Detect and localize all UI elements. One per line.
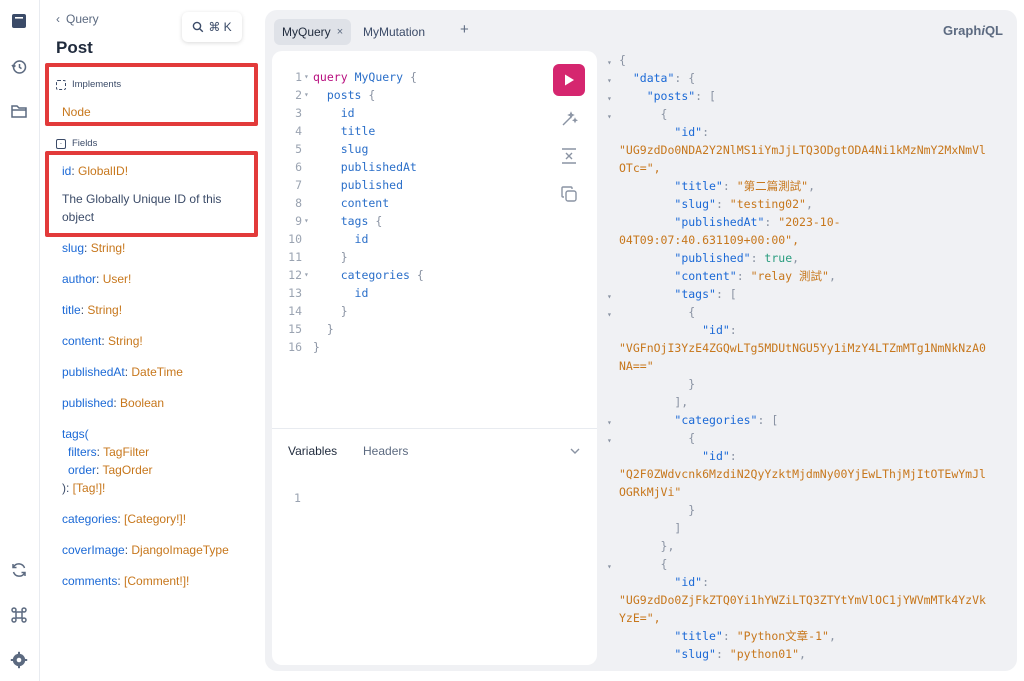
add-tab-button[interactable]: + (460, 21, 469, 38)
field-author[interactable]: author: User! (62, 270, 131, 288)
line-number: 3 (295, 106, 302, 120)
close-tab-icon[interactable]: × (337, 26, 343, 38)
fold-arrow-icon[interactable]: ▾ (304, 212, 309, 230)
back-to-query-link[interactable]: ‹ Query (56, 12, 99, 26)
line-number: 5 (295, 142, 302, 156)
code-text: categories { (313, 268, 424, 282)
search-shortcut-button[interactable]: ⌘ K (182, 12, 242, 42)
fold-arrow-icon[interactable]: ▾ (607, 90, 612, 108)
interface-icon (56, 79, 66, 90)
copy-icon[interactable] (560, 185, 578, 203)
prettify-icon[interactable] (560, 110, 578, 128)
line-number: 11 (288, 250, 302, 264)
line-number: 8 (295, 196, 302, 210)
fold-arrow-icon[interactable]: ▾ (607, 288, 612, 306)
merge-fragments-icon[interactable] (560, 147, 578, 165)
tab-headers[interactable]: Headers (363, 444, 408, 458)
line-number: 2 (295, 88, 302, 102)
code-text: } (313, 340, 320, 354)
code-text: content (313, 196, 390, 210)
line-number: 15 (288, 322, 302, 336)
chevron-down-icon[interactable] (569, 445, 581, 457)
fold-arrow-icon[interactable]: ▾ (607, 306, 612, 324)
result-viewer[interactable]: ▾{ ▾ "data": { ▾ "posts": [ ▾ { "id": "U… (605, 51, 1013, 665)
field-content[interactable]: content: String! (62, 332, 143, 350)
code-text: id (313, 286, 369, 300)
main-area: MyQuery × MyMutation + GraphiQL 1 ▾ query M… (265, 10, 1017, 671)
field-categories[interactable]: categories: [Category!]! (62, 510, 186, 528)
code-text: } (340, 250, 348, 264)
field-comments[interactable]: comments: [Comment!]! (62, 572, 189, 590)
code-text: title (313, 124, 376, 138)
field-published[interactable]: published: Boolean (62, 394, 164, 412)
fold-arrow-icon[interactable]: ▾ (304, 86, 309, 104)
chevron-left-icon: ‹ (56, 12, 60, 26)
variables-editor[interactable]: 1 (294, 491, 301, 505)
field-tags[interactable]: tags( filters: TagFilter order: TagOrder… (62, 425, 153, 497)
fold-arrow-icon[interactable]: ▾ (607, 72, 612, 90)
code-text: published (313, 178, 404, 192)
code-text: slug (313, 142, 369, 156)
field-icon: · (56, 138, 66, 149)
query-editor[interactable]: 1 ▾ query MyQuery {2 ▾ posts {3 id 4 title 5 … (272, 51, 597, 665)
field-title[interactable]: title: String! (62, 301, 122, 319)
tab-mymutation[interactable]: MyMutation (355, 19, 433, 45)
refresh-icon[interactable] (9, 560, 29, 580)
fold-arrow-icon[interactable]: ▾ (607, 432, 612, 450)
code-text: posts { (313, 88, 376, 102)
fold-arrow-icon[interactable]: ▾ (607, 108, 612, 126)
settings-gear-icon[interactable] (9, 650, 29, 670)
line-number: 9 (295, 214, 302, 228)
implements-node-link[interactable]: Node (62, 103, 91, 121)
sidebar-rail (0, 0, 40, 681)
graphiql-logo: GraphiQL (943, 23, 1003, 38)
code-text: id (313, 106, 355, 120)
line-number: 12 (288, 268, 302, 282)
fold-arrow-icon[interactable]: ▾ (607, 414, 612, 432)
implements-header: Implements (56, 79, 121, 90)
code-text: publishedAt (313, 160, 417, 174)
tab-myquery[interactable]: MyQuery × (274, 19, 352, 45)
line-number: 13 (288, 286, 302, 300)
explorer-icon[interactable] (9, 101, 29, 121)
variables-header: Variables Headers (272, 428, 597, 474)
field-publishedAt[interactable]: publishedAt: DateTime (62, 363, 183, 381)
code-text: } (326, 322, 334, 336)
field-id[interactable]: id: GlobalID! (62, 162, 128, 180)
line-number: 7 (295, 178, 302, 192)
code-text: } (340, 304, 348, 318)
shortcuts-icon[interactable] (9, 605, 29, 625)
fold-arrow-icon[interactable]: ▾ (607, 54, 612, 72)
line-number: 4 (295, 124, 302, 138)
line-number: 16 (288, 340, 302, 354)
history-icon[interactable] (9, 57, 29, 77)
tab-variables[interactable]: Variables (288, 444, 337, 458)
fold-arrow-icon[interactable]: ▾ (304, 68, 309, 86)
code-text: tags { (313, 214, 383, 228)
page-title: Post (56, 38, 93, 57)
fold-arrow-icon[interactable]: ▾ (607, 558, 612, 576)
play-icon (565, 74, 574, 86)
line-number: 6 (295, 160, 302, 174)
fields-header: · Fields (56, 138, 97, 149)
line-number: 1 (295, 70, 302, 84)
field-id-description: The Globally Unique ID of this object (62, 192, 222, 224)
docs-panel: ‹ Query ⌘ K Post Implements Node · Fields … (41, 0, 263, 681)
code-text: id (313, 232, 369, 246)
search-icon (193, 21, 204, 33)
field-slug[interactable]: slug: String! (62, 239, 125, 257)
line-number: 10 (288, 232, 302, 246)
field-coverImage[interactable]: coverImage: DjangoImageType (62, 541, 229, 559)
code-text: query MyQuery { (313, 70, 417, 84)
run-query-button[interactable] (553, 64, 585, 96)
line-number: 14 (288, 304, 302, 318)
fold-arrow-icon[interactable]: ▾ (304, 266, 309, 284)
docs-icon[interactable] (9, 11, 29, 31)
